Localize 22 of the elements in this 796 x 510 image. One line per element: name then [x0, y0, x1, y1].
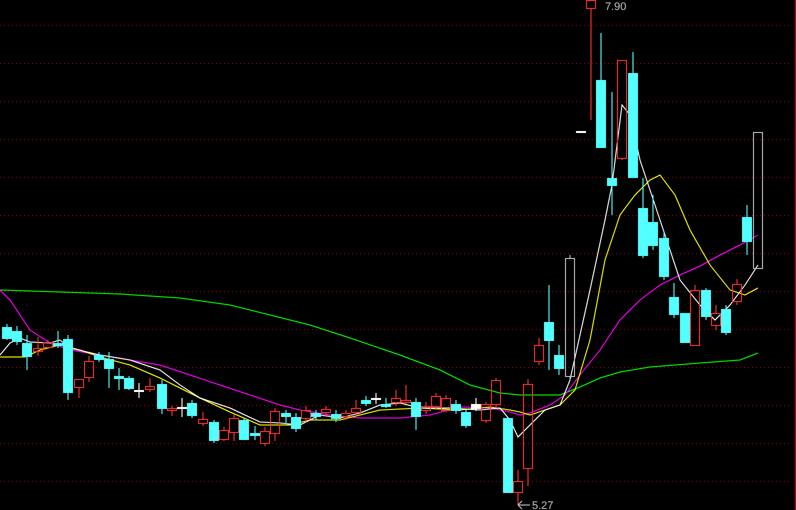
candlestick: [576, 131, 586, 133]
candlestick: [732, 278, 742, 306]
high-price-label: 7.90: [605, 1, 626, 13]
candlestick: [669, 282, 679, 318]
candlestick: [187, 400, 197, 418]
candlestick: [321, 406, 331, 416]
candlestick: [659, 232, 669, 280]
candlestick: [2, 324, 12, 340]
low-price-label: 5.27: [532, 500, 554, 510]
candlestick: [451, 400, 461, 414]
candlestick: [711, 304, 721, 330]
candlestick: [145, 378, 155, 392]
candlestick: [441, 394, 451, 412]
candlestick: [291, 412, 301, 432]
candlestick: [331, 410, 341, 422]
candlestick: [461, 410, 471, 428]
candlestick: [491, 378, 501, 408]
candlestick: [431, 392, 441, 410]
candlestick: [134, 382, 144, 398]
leader-line: [518, 500, 530, 510]
candlestick: [371, 392, 381, 404]
candlestick: [721, 304, 731, 336]
